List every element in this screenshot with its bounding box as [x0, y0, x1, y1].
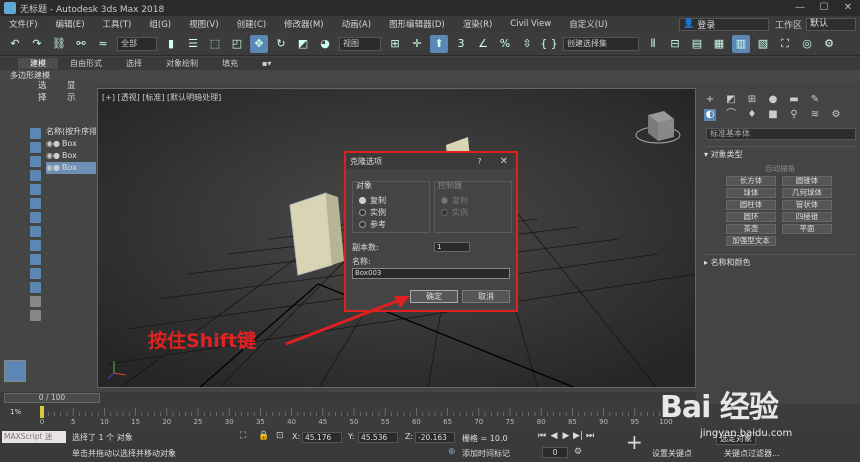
timeline-tick-label: 30 [225, 418, 234, 426]
utilities-tab-icon[interactable]: ✎ [809, 94, 821, 106]
set-key-mode-icon[interactable]: + [626, 430, 643, 454]
pyramid-button[interactable]: 四棱锥 [782, 212, 832, 222]
timeline-tick-label: 35 [256, 418, 265, 426]
next-frame-icon[interactable]: ▶| [572, 431, 584, 442]
annotation-text: 按住Shift键 [148, 330, 257, 352]
timeline-tick-label: 65 [443, 418, 452, 426]
x-coordinate[interactable]: 45.176 [302, 432, 342, 443]
cameras-category-icon[interactable]: ■ [767, 109, 779, 121]
lock-icon[interactable]: 🔒 [258, 431, 269, 441]
cone-button[interactable]: 圆锥体 [782, 176, 832, 186]
timeline-tick-label: 10 [100, 418, 109, 426]
textplus-button[interactable]: 加强型文本 [726, 236, 776, 246]
timeline-tick-label: 25 [194, 418, 203, 426]
timeline-tick-label: 45 [318, 418, 327, 426]
go-to-start-icon[interactable]: ⏮ [536, 431, 548, 442]
tube-button[interactable]: 管状体 [782, 200, 832, 210]
time-slider-knob[interactable]: 0 / 100 [4, 393, 100, 403]
motion-tab-icon[interactable]: ● [767, 94, 779, 106]
timeline-tick-label: 75 [506, 418, 515, 426]
object-type-rollout[interactable]: ▾ 对象类型 [704, 146, 856, 160]
timeline-tick-label: 40 [287, 418, 296, 426]
x-label: X: [292, 432, 301, 441]
prompt-hint: 单击并拖动以选择并移动对象 [72, 449, 176, 458]
time-tag-icon[interactable]: ⊕ [448, 447, 456, 457]
play-icon[interactable]: ▶ [560, 431, 572, 442]
previous-frame-icon[interactable]: ◀ [548, 431, 560, 442]
current-frame-marker [40, 406, 44, 418]
spacewarps-category-icon[interactable]: ≋ [809, 109, 821, 121]
geosphere-button[interactable]: 几何球体 [782, 188, 832, 198]
timeline-percent: 1% [10, 408, 22, 416]
timeline-tick-label: 90 [599, 418, 608, 426]
grid-size: 栅格 = 10.0 [462, 434, 508, 443]
timeline-tick-label: 20 [162, 418, 171, 426]
modify-tab-icon[interactable]: ◩ [725, 94, 737, 106]
timeline-tick-label: 95 [630, 418, 639, 426]
name-color-rollout[interactable]: ▸ 名称和颜色 [704, 254, 856, 268]
autogrid-checkbox[interactable]: 自动栅格 [700, 163, 860, 174]
baidu-watermark-logo: Bai 经验 [660, 390, 779, 425]
torus-button[interactable]: 圆环 [726, 212, 776, 222]
time-slider[interactable]: 0 / 100 [0, 392, 696, 404]
baidu-watermark-url: jingyan.baidu.com [700, 428, 793, 439]
current-frame-field[interactable]: 0 [542, 447, 568, 458]
timeline-tick-label: 60 [412, 418, 421, 426]
set-key-button[interactable]: 设置关键点 [652, 448, 692, 459]
hierarchy-tab-icon[interactable]: ⊞ [746, 94, 758, 106]
timeline-tick-label: 5 [71, 418, 75, 426]
object-category-dropdown[interactable]: 标准基本体 [706, 128, 856, 140]
timeline-tick-label: 85 [568, 418, 577, 426]
y-coordinate[interactable]: 45.536 [358, 432, 398, 443]
z-coordinate[interactable]: -20.163 [415, 432, 455, 443]
isolate-icon[interactable]: ⛶ [240, 431, 246, 441]
command-panel: + ◩ ⊞ ● ▬ ✎ ◐ ⌒ ♦ ■ ⚲ ≋ ⚙ 标准基本体 ▾ 对象类型 自… [700, 88, 860, 392]
time-config-icon[interactable]: ⚙ [574, 447, 582, 457]
lights-category-icon[interactable]: ♦ [746, 109, 758, 121]
geometry-category-icon[interactable]: ◐ [704, 108, 716, 121]
add-time-tag[interactable]: 添加时间标记 [462, 448, 510, 459]
timeline-tick-label: 15 [131, 418, 140, 426]
key-filters-button[interactable]: 关键点过滤器... [724, 448, 780, 459]
box-button[interactable]: 长方体 [726, 176, 776, 186]
selection-status: 选择了 1 个 对象 [72, 433, 133, 442]
maxscript-listener[interactable]: MAXScript 迷 [2, 431, 66, 443]
y-label: Y: [348, 432, 355, 441]
timeline-tick-label: 80 [537, 418, 546, 426]
create-tab-icon[interactable]: + [704, 94, 716, 106]
sphere-button[interactable]: 球体 [726, 188, 776, 198]
timeline-tick-label: 70 [474, 418, 483, 426]
systems-category-icon[interactable]: ⚙ [830, 109, 842, 121]
cylinder-button[interactable]: 圆柱体 [726, 200, 776, 210]
display-tab-icon[interactable]: ▬ [788, 94, 800, 106]
teapot-button[interactable]: 茶壶 [726, 224, 776, 234]
timeline-tick-label: 50 [350, 418, 359, 426]
go-to-end-icon[interactable]: ⏭ [584, 431, 596, 442]
plane-button[interactable]: 平面 [782, 224, 832, 234]
primitive-buttons: 长方体 圆锥体 球体 几何球体 圆柱体 管状体 圆环 四棱锥 茶壶 平面 加强型… [726, 176, 860, 246]
shapes-category-icon[interactable]: ⌒ [725, 109, 737, 121]
timeline-tick-label: 0 [40, 418, 44, 426]
helpers-category-icon[interactable]: ⚲ [788, 109, 800, 121]
timeline-tick-label: 55 [381, 418, 390, 426]
z-label: Z: [405, 432, 414, 441]
absolute-mode-icon[interactable]: ⊡ [276, 431, 284, 441]
